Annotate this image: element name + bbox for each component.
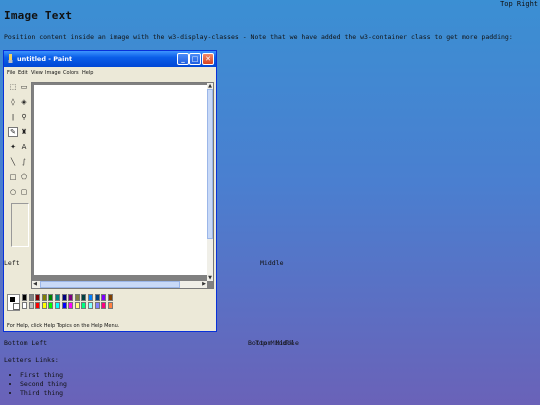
palette-swatch[interactable] <box>22 302 27 309</box>
scroll-down-icon[interactable]: ▼ <box>207 275 213 281</box>
palette-swatch[interactable] <box>61 302 67 309</box>
palette-swatch[interactable] <box>107 294 113 301</box>
palette-swatch[interactable] <box>81 302 87 309</box>
horizontal-scroll-thumb[interactable] <box>40 281 180 288</box>
palette-swatch[interactable] <box>107 302 113 309</box>
palette-swatch[interactable] <box>88 294 93 301</box>
palette-swatch[interactable] <box>48 294 54 301</box>
curve-icon[interactable]: ∫ <box>19 157 29 167</box>
palette-swatch[interactable] <box>88 302 93 309</box>
links-label: Letters Links: <box>4 356 59 364</box>
palette-swatch[interactable] <box>101 294 107 301</box>
rectangle-icon[interactable]: □ <box>8 172 18 182</box>
palette-swatch[interactable] <box>94 294 100 301</box>
palette-swatch[interactable] <box>28 302 34 309</box>
current-colors[interactable] <box>7 294 20 311</box>
scroll-left-icon[interactable]: ◀ <box>32 281 38 287</box>
close-button[interactable]: ✕ <box>202 53 214 65</box>
palette-swatch[interactable] <box>74 294 80 301</box>
palette-swatch[interactable] <box>28 294 34 301</box>
menu-edit[interactable]: Edit <box>18 70 28 76</box>
menu-bar: File Edit View Image Colors Help <box>4 68 216 77</box>
list-item[interactable]: Third thing <box>20 389 67 398</box>
list-item[interactable]: First thing <box>20 371 67 380</box>
top-middle-label: Top Middle <box>255 339 295 347</box>
tool-options-box[interactable] <box>11 203 29 247</box>
palette-swatch[interactable] <box>81 294 87 301</box>
bottom-left-label: Bottom Left <box>4 339 48 347</box>
vertical-scroll-thumb[interactable] <box>207 89 213 239</box>
left-label: Left <box>4 259 20 267</box>
pencil-icon[interactable]: ✎ <box>8 127 18 137</box>
fill-icon[interactable]: ◈ <box>19 97 29 107</box>
top-right-label: Top Right <box>500 0 538 8</box>
intro-text: Position content inside an image with th… <box>4 33 513 41</box>
menu-image[interactable]: Image <box>45 70 61 76</box>
palette-swatch[interactable] <box>101 302 107 309</box>
palette-swatch[interactable] <box>35 294 41 301</box>
menu-colors[interactable]: Colors <box>63 70 79 76</box>
palette-swatch[interactable] <box>55 302 60 309</box>
scroll-right-icon[interactable]: ▶ <box>201 281 207 287</box>
paint-titlebar[interactable]: untitled - Paint _ □ ✕ <box>4 51 216 67</box>
airbrush-icon[interactable]: ✦ <box>8 142 18 152</box>
palette-swatch[interactable] <box>41 302 47 309</box>
vertical-scrollbar[interactable]: ▲ ▼ <box>207 83 213 281</box>
menu-view[interactable]: View <box>31 70 43 76</box>
minimize-button[interactable]: _ <box>177 53 189 65</box>
middle-label: Middle <box>260 259 284 267</box>
palette-swatch[interactable] <box>22 294 27 301</box>
ellipse-icon[interactable]: ○ <box>8 187 18 197</box>
paint-window: untitled - Paint _ □ ✕ File Edit View Im… <box>3 50 217 332</box>
polygon-icon[interactable]: ⬠ <box>19 172 29 182</box>
links-list: First thing Second thing Third thing <box>4 371 67 398</box>
rounded-rect-icon[interactable]: ▢ <box>19 187 29 197</box>
drawing-canvas[interactable] <box>34 85 209 275</box>
rect-select-icon[interactable]: ▭ <box>19 82 29 92</box>
palette-swatch[interactable] <box>68 302 74 309</box>
palette-swatch[interactable] <box>48 302 54 309</box>
horizontal-scrollbar[interactable]: ◀ ▶ <box>32 281 207 288</box>
maximize-button[interactable]: □ <box>189 53 201 65</box>
color-palette <box>7 294 117 312</box>
palette-swatch[interactable] <box>61 294 67 301</box>
window-title: untitled - Paint <box>17 55 73 63</box>
brush-icon[interactable]: ♜ <box>19 127 29 137</box>
paint-app-icon <box>8 54 13 63</box>
line-icon[interactable]: ╲ <box>8 157 18 167</box>
menu-help[interactable]: Help <box>82 70 93 76</box>
palette-swatch[interactable] <box>35 302 41 309</box>
menu-file[interactable]: File <box>7 70 15 76</box>
page-title: Image Text <box>4 9 73 22</box>
palette-swatch[interactable] <box>68 294 74 301</box>
status-bar: For Help, click Help Topics on the Help … <box>4 321 216 331</box>
canvas-area: ▲ ▼ ◀ ▶ <box>31 82 214 289</box>
status-text: For Help, click Help Topics on the Help … <box>7 323 120 329</box>
foreground-color <box>10 297 15 302</box>
palette-swatch[interactable] <box>74 302 80 309</box>
list-item[interactable]: Second thing <box>20 380 67 389</box>
palette-swatch[interactable] <box>55 294 60 301</box>
background-color <box>13 303 20 310</box>
palette-swatch[interactable] <box>41 294 47 301</box>
magnifier-icon[interactable]: ⚲ <box>19 112 29 122</box>
eraser-icon[interactable]: ◊ <box>8 97 18 107</box>
free-select-icon[interactable]: ⬚ <box>8 82 18 92</box>
text-icon[interactable]: A <box>19 142 29 152</box>
eyedropper-icon[interactable]: ǀ <box>8 112 18 122</box>
palette-swatch[interactable] <box>94 302 100 309</box>
